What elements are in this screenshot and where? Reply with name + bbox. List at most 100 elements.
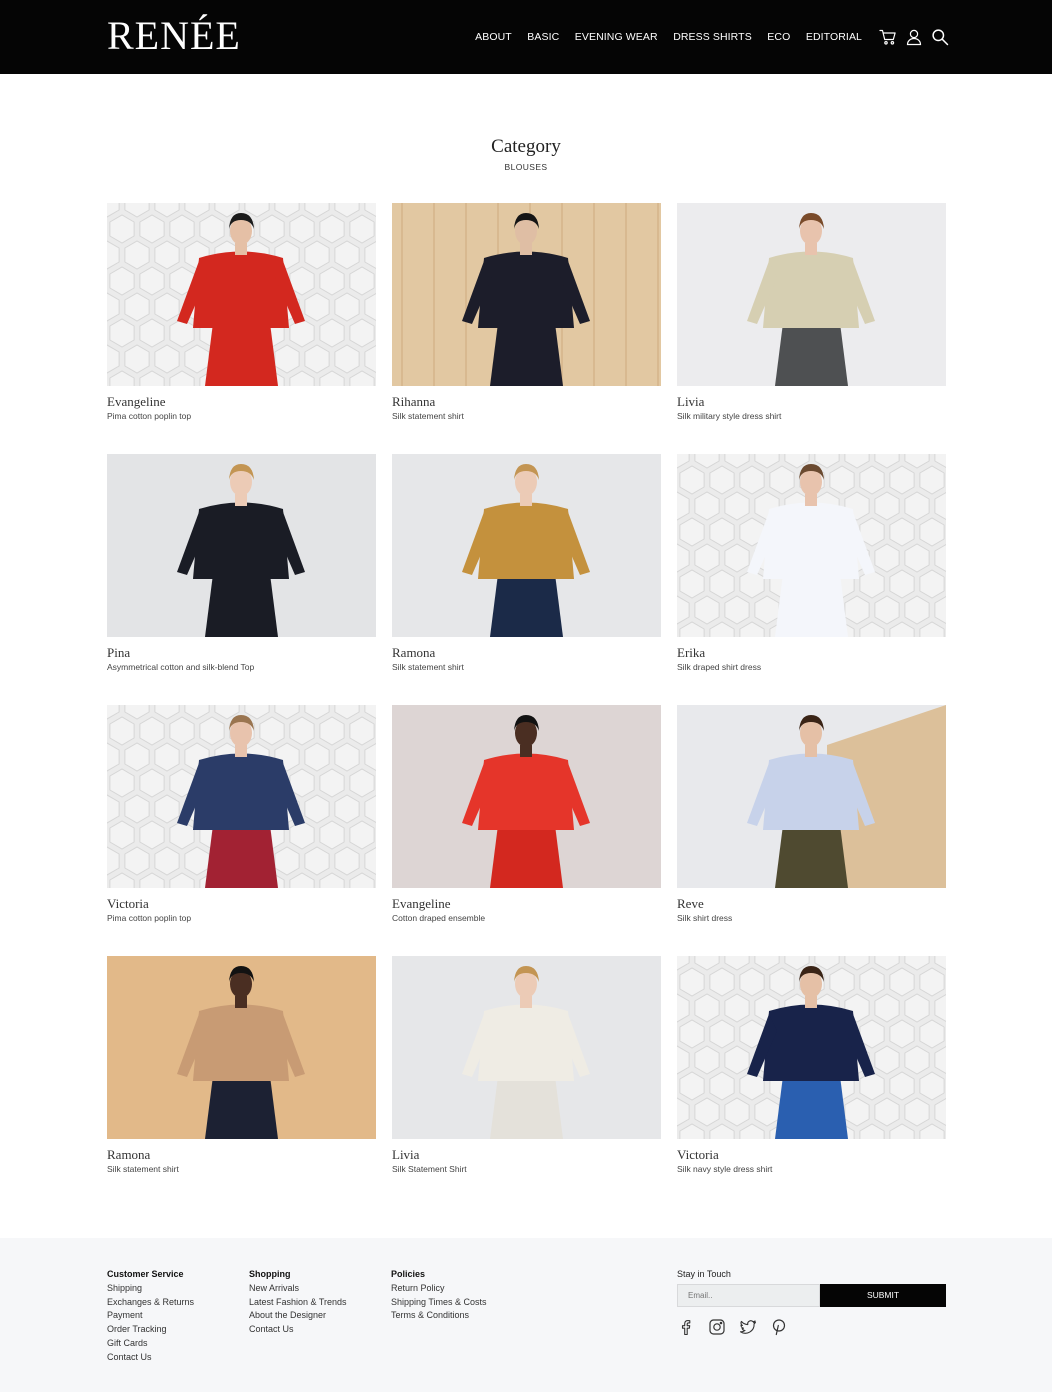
twitter-icon[interactable]: [739, 1318, 757, 1336]
footer-link-order-tracking[interactable]: Order Tracking: [107, 1323, 194, 1337]
product-card[interactable]: Ramona Silk statement shirt: [392, 454, 661, 672]
model-bottom: [205, 1076, 278, 1139]
product-card[interactable]: Evangeline Cotton draped ensemble: [392, 705, 661, 923]
category-subtitle: BLOUSES: [504, 162, 548, 172]
product-photo[interactable]: [677, 705, 946, 888]
product-name[interactable]: Reve: [677, 896, 704, 912]
model-bottom: [775, 825, 848, 888]
model-top: [763, 753, 859, 830]
product-description: Silk statement shirt: [392, 411, 464, 421]
product-description: Pima cotton poplin top: [107, 913, 192, 923]
product-name[interactable]: Pina: [107, 645, 130, 661]
nav-item-basic[interactable]: BASIC: [527, 31, 559, 43]
model-bottom: [775, 323, 848, 386]
pinterest-icon[interactable]: [770, 1318, 788, 1336]
footer-customer-service: Customer Service Shipping Exchanges & Re…: [107, 1269, 194, 1364]
model-top: [478, 251, 574, 328]
product-card[interactable]: Erika Silk draped shirt dress: [677, 454, 946, 672]
product-description: Silk Statement Shirt: [392, 1164, 467, 1174]
product-card[interactable]: Rihanna Silk statement shirt: [392, 203, 661, 421]
social-links: [677, 1318, 788, 1336]
newsletter-submit-button[interactable]: SUBMIT: [820, 1284, 946, 1307]
model-bottom: [205, 323, 278, 386]
facebook-icon[interactable]: [677, 1318, 695, 1336]
category-title: Category: [491, 136, 561, 157]
model-top: [193, 1004, 289, 1081]
product-photo[interactable]: [392, 203, 661, 386]
product-name[interactable]: Evangeline: [107, 394, 165, 410]
product-name[interactable]: Ramona: [392, 645, 435, 661]
footer-link-return-policy[interactable]: Return Policy: [391, 1282, 487, 1296]
product-name[interactable]: Livia: [677, 394, 704, 410]
product-description: Silk statement shirt: [392, 662, 464, 672]
footer-link-shipping-times[interactable]: Shipping Times & Costs: [391, 1296, 487, 1310]
product-name[interactable]: Ramona: [107, 1147, 150, 1163]
product-name[interactable]: Evangeline: [392, 896, 450, 912]
product-card[interactable]: Livia Silk military style dress shirt: [677, 203, 946, 421]
product-description: Asymmetrical cotton and silk-blend Top: [107, 662, 255, 672]
product-name[interactable]: Rihanna: [392, 394, 435, 410]
footer-link-contact[interactable]: Contact Us: [107, 1351, 194, 1365]
product-name[interactable]: Victoria: [107, 896, 149, 912]
product-card[interactable]: Victoria Silk navy style dress shirt: [677, 956, 946, 1174]
product-photo[interactable]: [677, 454, 946, 637]
cart-icon[interactable]: [879, 28, 897, 46]
model-bottom: [775, 1076, 848, 1139]
product-card[interactable]: Reve Silk shirt dress: [677, 705, 946, 923]
product-card[interactable]: Livia Silk Statement Shirt: [392, 956, 661, 1174]
product-name[interactable]: Erika: [677, 645, 705, 661]
nav-item-evening-wear[interactable]: EVENING WEAR: [575, 31, 658, 43]
newsletter-title: Stay in Touch: [677, 1269, 731, 1279]
model-bottom: [490, 574, 563, 637]
nav-item-editorial[interactable]: EDITORIAL: [806, 31, 862, 43]
product-description: Cotton draped ensemble: [392, 913, 486, 923]
product-description: Silk military style dress shirt: [677, 411, 782, 421]
model-top: [193, 753, 289, 830]
product-name[interactable]: Livia: [392, 1147, 419, 1163]
model-bottom: [775, 574, 848, 637]
footer-link-new-arrivals[interactable]: New Arrivals: [249, 1282, 347, 1296]
model-top: [763, 502, 859, 579]
product-card[interactable]: Evangeline Pima cotton poplin top: [107, 203, 376, 421]
footer-link-about-designer[interactable]: About the Designer: [249, 1309, 347, 1323]
footer-link-gift-cards[interactable]: Gift Cards: [107, 1337, 194, 1351]
instagram-icon[interactable]: [708, 1318, 726, 1336]
search-icon[interactable]: [931, 28, 949, 46]
nav-item-about[interactable]: ABOUT: [475, 31, 512, 43]
model-top: [763, 1004, 859, 1081]
newsletter-email-input[interactable]: [677, 1284, 820, 1307]
footer-link-contact[interactable]: Contact Us: [249, 1323, 347, 1337]
footer-link-exchanges[interactable]: Exchanges & Returns: [107, 1296, 194, 1310]
product-photo[interactable]: [107, 705, 376, 888]
footer-link-shipping[interactable]: Shipping: [107, 1282, 194, 1296]
product-photo[interactable]: [677, 203, 946, 386]
product-grid: Evangeline Pima cotton poplin top Rihanna S…: [107, 203, 946, 1174]
brand-logo[interactable]: RENÉE: [107, 12, 241, 60]
product-photo[interactable]: [677, 956, 946, 1139]
product-photo[interactable]: [107, 956, 376, 1139]
product-card[interactable]: Victoria Pima cotton poplin top: [107, 705, 376, 923]
product-photo[interactable]: [107, 454, 376, 637]
model-bottom: [205, 825, 278, 888]
nav-item-dress-shirts[interactable]: DRESS SHIRTS: [673, 31, 752, 43]
user-icon[interactable]: [905, 28, 923, 46]
product-card[interactable]: Ramona Silk statement shirt: [107, 956, 376, 1174]
footer-link-payment[interactable]: Payment: [107, 1309, 194, 1323]
model-bottom: [490, 825, 563, 888]
model-top: [193, 251, 289, 328]
footer-heading: Customer Service: [107, 1269, 184, 1279]
footer-heading: Policies: [391, 1269, 426, 1279]
footer-link-latest-fashion[interactable]: Latest Fashion & Trends: [249, 1296, 347, 1310]
product-photo[interactable]: [392, 956, 661, 1139]
product-photo[interactable]: [392, 705, 661, 888]
nav-item-eco[interactable]: ECO: [767, 31, 790, 43]
product-photo[interactable]: [107, 203, 376, 386]
product-photo[interactable]: [392, 454, 661, 637]
model-bottom: [490, 1076, 563, 1139]
product-description: Pima cotton poplin top: [107, 411, 192, 421]
model-top: [478, 1004, 574, 1081]
product-name[interactable]: Victoria: [677, 1147, 719, 1163]
product-card[interactable]: Pina Asymmetrical cotton and silk-blend T…: [107, 454, 376, 672]
model-top: [478, 502, 574, 579]
footer-link-terms[interactable]: Terms & Conditions: [391, 1309, 487, 1323]
